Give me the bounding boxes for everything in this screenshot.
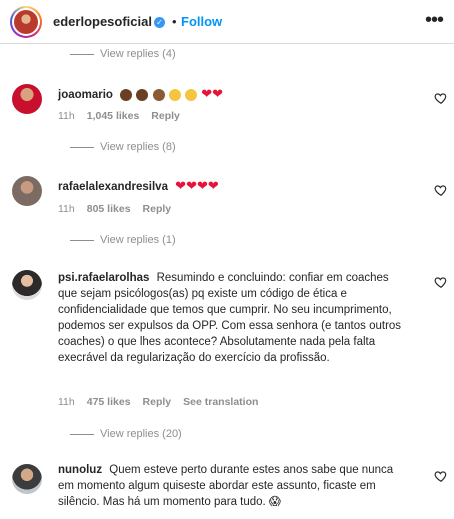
replies-divider-line [70,53,94,55]
red-heart-emoji-icon: ❤ [186,178,197,193]
view-replies-label[interactable]: View replies (8) [100,141,176,153]
view-replies-button[interactable]: View replies (8) [70,141,176,153]
post-header: ederlopesoficial ✓ • Follow ••• [0,0,454,44]
view-replies-button[interactable]: View replies (4) [70,48,176,60]
comment-meta: 11h 805 likes Reply [58,203,171,215]
dark-skin-emoji-icon [120,88,133,101]
avatar[interactable] [12,176,42,206]
avatar[interactable] [12,270,42,300]
view-replies-label[interactable]: View replies (20) [100,428,182,440]
comment-time[interactable]: 11h [58,110,75,122]
comment-username[interactable]: joaomario [58,89,113,101]
comment-body: rafaelalexandresilva ❤❤❤❤ [58,178,408,195]
red-heart-emoji-icon: ❤ [196,178,208,193]
red-heart-emoji-icon: ❤ [207,178,219,193]
avatar[interactable] [12,464,42,494]
follow-button[interactable]: Follow [181,14,222,29]
profile-avatar[interactable] [10,6,42,38]
replies-divider-line [70,239,94,241]
like-heart-icon[interactable] [434,183,448,197]
comment-text: Quem esteve perto durante estes anos sab… [58,464,394,508]
red-heart-emoji-icon: ❤ [175,178,187,193]
comment-username[interactable]: nunoluz [58,464,102,476]
red-heart-emoji-icon: ❤ [201,86,213,101]
emoji-group [120,87,198,103]
avatar[interactable] [12,84,42,114]
comment-text: Resumindo e concluindo: confiar em coach… [58,272,402,364]
more-options-icon[interactable]: ••• [425,10,444,30]
comment-likes[interactable]: 1,045 likes [87,110,140,122]
dark-skin-emoji-icon [152,88,165,101]
reply-button[interactable]: Reply [151,110,180,122]
replies-divider-line [70,433,94,435]
view-replies-button[interactable]: View replies (1) [70,234,176,246]
separator-dot: • [172,14,177,29]
comment-likes[interactable]: 475 likes [87,396,131,408]
header-username[interactable]: ederlopesoficial ✓ [53,14,165,29]
comment-time[interactable]: 11h [58,396,75,408]
comment-body: nunoluz Quem esteve perto durante estes … [58,462,408,510]
replies-divider-line [70,146,94,148]
view-replies-label[interactable]: View replies (4) [100,48,176,60]
red-heart-emoji-icon: ❤ [212,86,223,101]
smiley-emoji-icon [184,88,197,101]
dark-skin-emoji-icon [136,88,149,101]
header-username-text[interactable]: ederlopesoficial [53,14,152,29]
verified-badge-icon: ✓ [153,17,165,29]
comment-username[interactable]: psi.rafaelarolhas [58,272,149,284]
comment-likes[interactable]: 805 likes [87,203,131,215]
like-heart-icon[interactable] [434,91,448,105]
comment-meta: 11h 475 likes Reply See translation [58,396,258,408]
view-replies-label[interactable]: View replies (1) [100,234,176,246]
view-replies-button[interactable]: View replies (20) [70,428,182,440]
like-heart-icon[interactable] [434,275,448,289]
comment-username[interactable]: rafaelalexandresilva [58,181,168,193]
comment-body: psi.rafaelarolhas Resumindo e concluindo… [58,270,408,366]
smiley-emoji-icon [168,88,181,101]
comment-time[interactable]: 11h [58,203,75,215]
like-heart-icon[interactable] [434,469,448,483]
comment-meta: 11h 1,045 likes Reply [58,110,180,122]
comment-body: joaomario ❤❤ [58,86,408,103]
reply-button[interactable]: Reply [143,203,172,215]
see-translation-button[interactable]: See translation [183,396,258,408]
reply-button[interactable]: Reply [143,396,172,408]
